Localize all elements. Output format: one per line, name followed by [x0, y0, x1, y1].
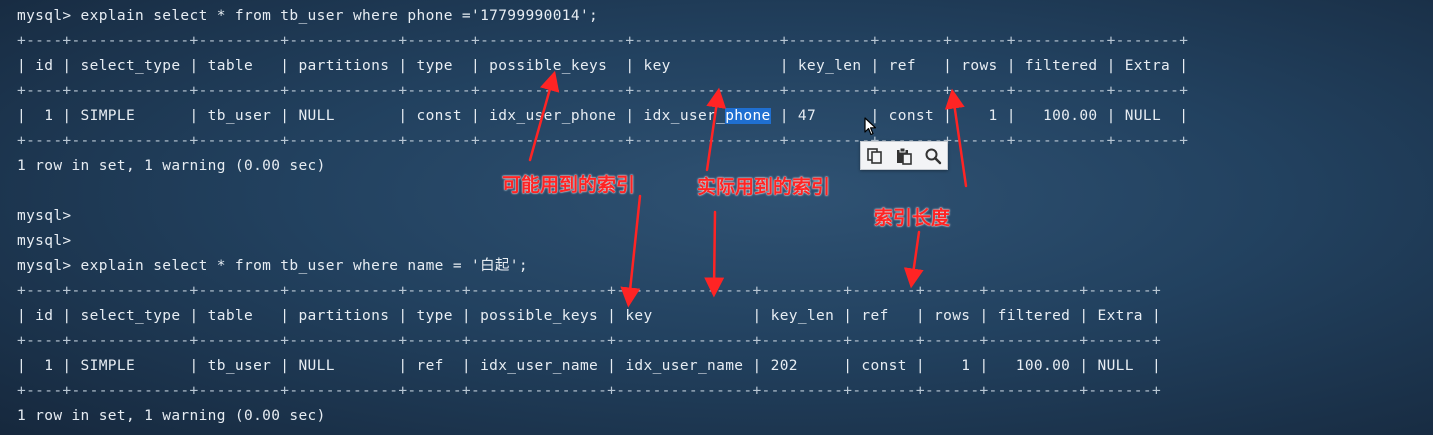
annotation-key-len: 索引长度	[874, 207, 951, 229]
annotation-possible-keys: 可能用到的索引	[502, 174, 636, 196]
arrow-to-key-2	[704, 210, 725, 298]
arrow-to-key-1	[705, 87, 727, 172]
annotation-arrows	[528, 70, 968, 308]
arrow-to-possible-keys-2	[620, 194, 642, 308]
annotation-key: 实际用到的索引	[697, 176, 831, 198]
arrow-to-possible-keys-1	[528, 70, 560, 162]
arrow-to-key-len-2	[903, 230, 924, 289]
arrow-to-key-len-1	[944, 88, 968, 188]
